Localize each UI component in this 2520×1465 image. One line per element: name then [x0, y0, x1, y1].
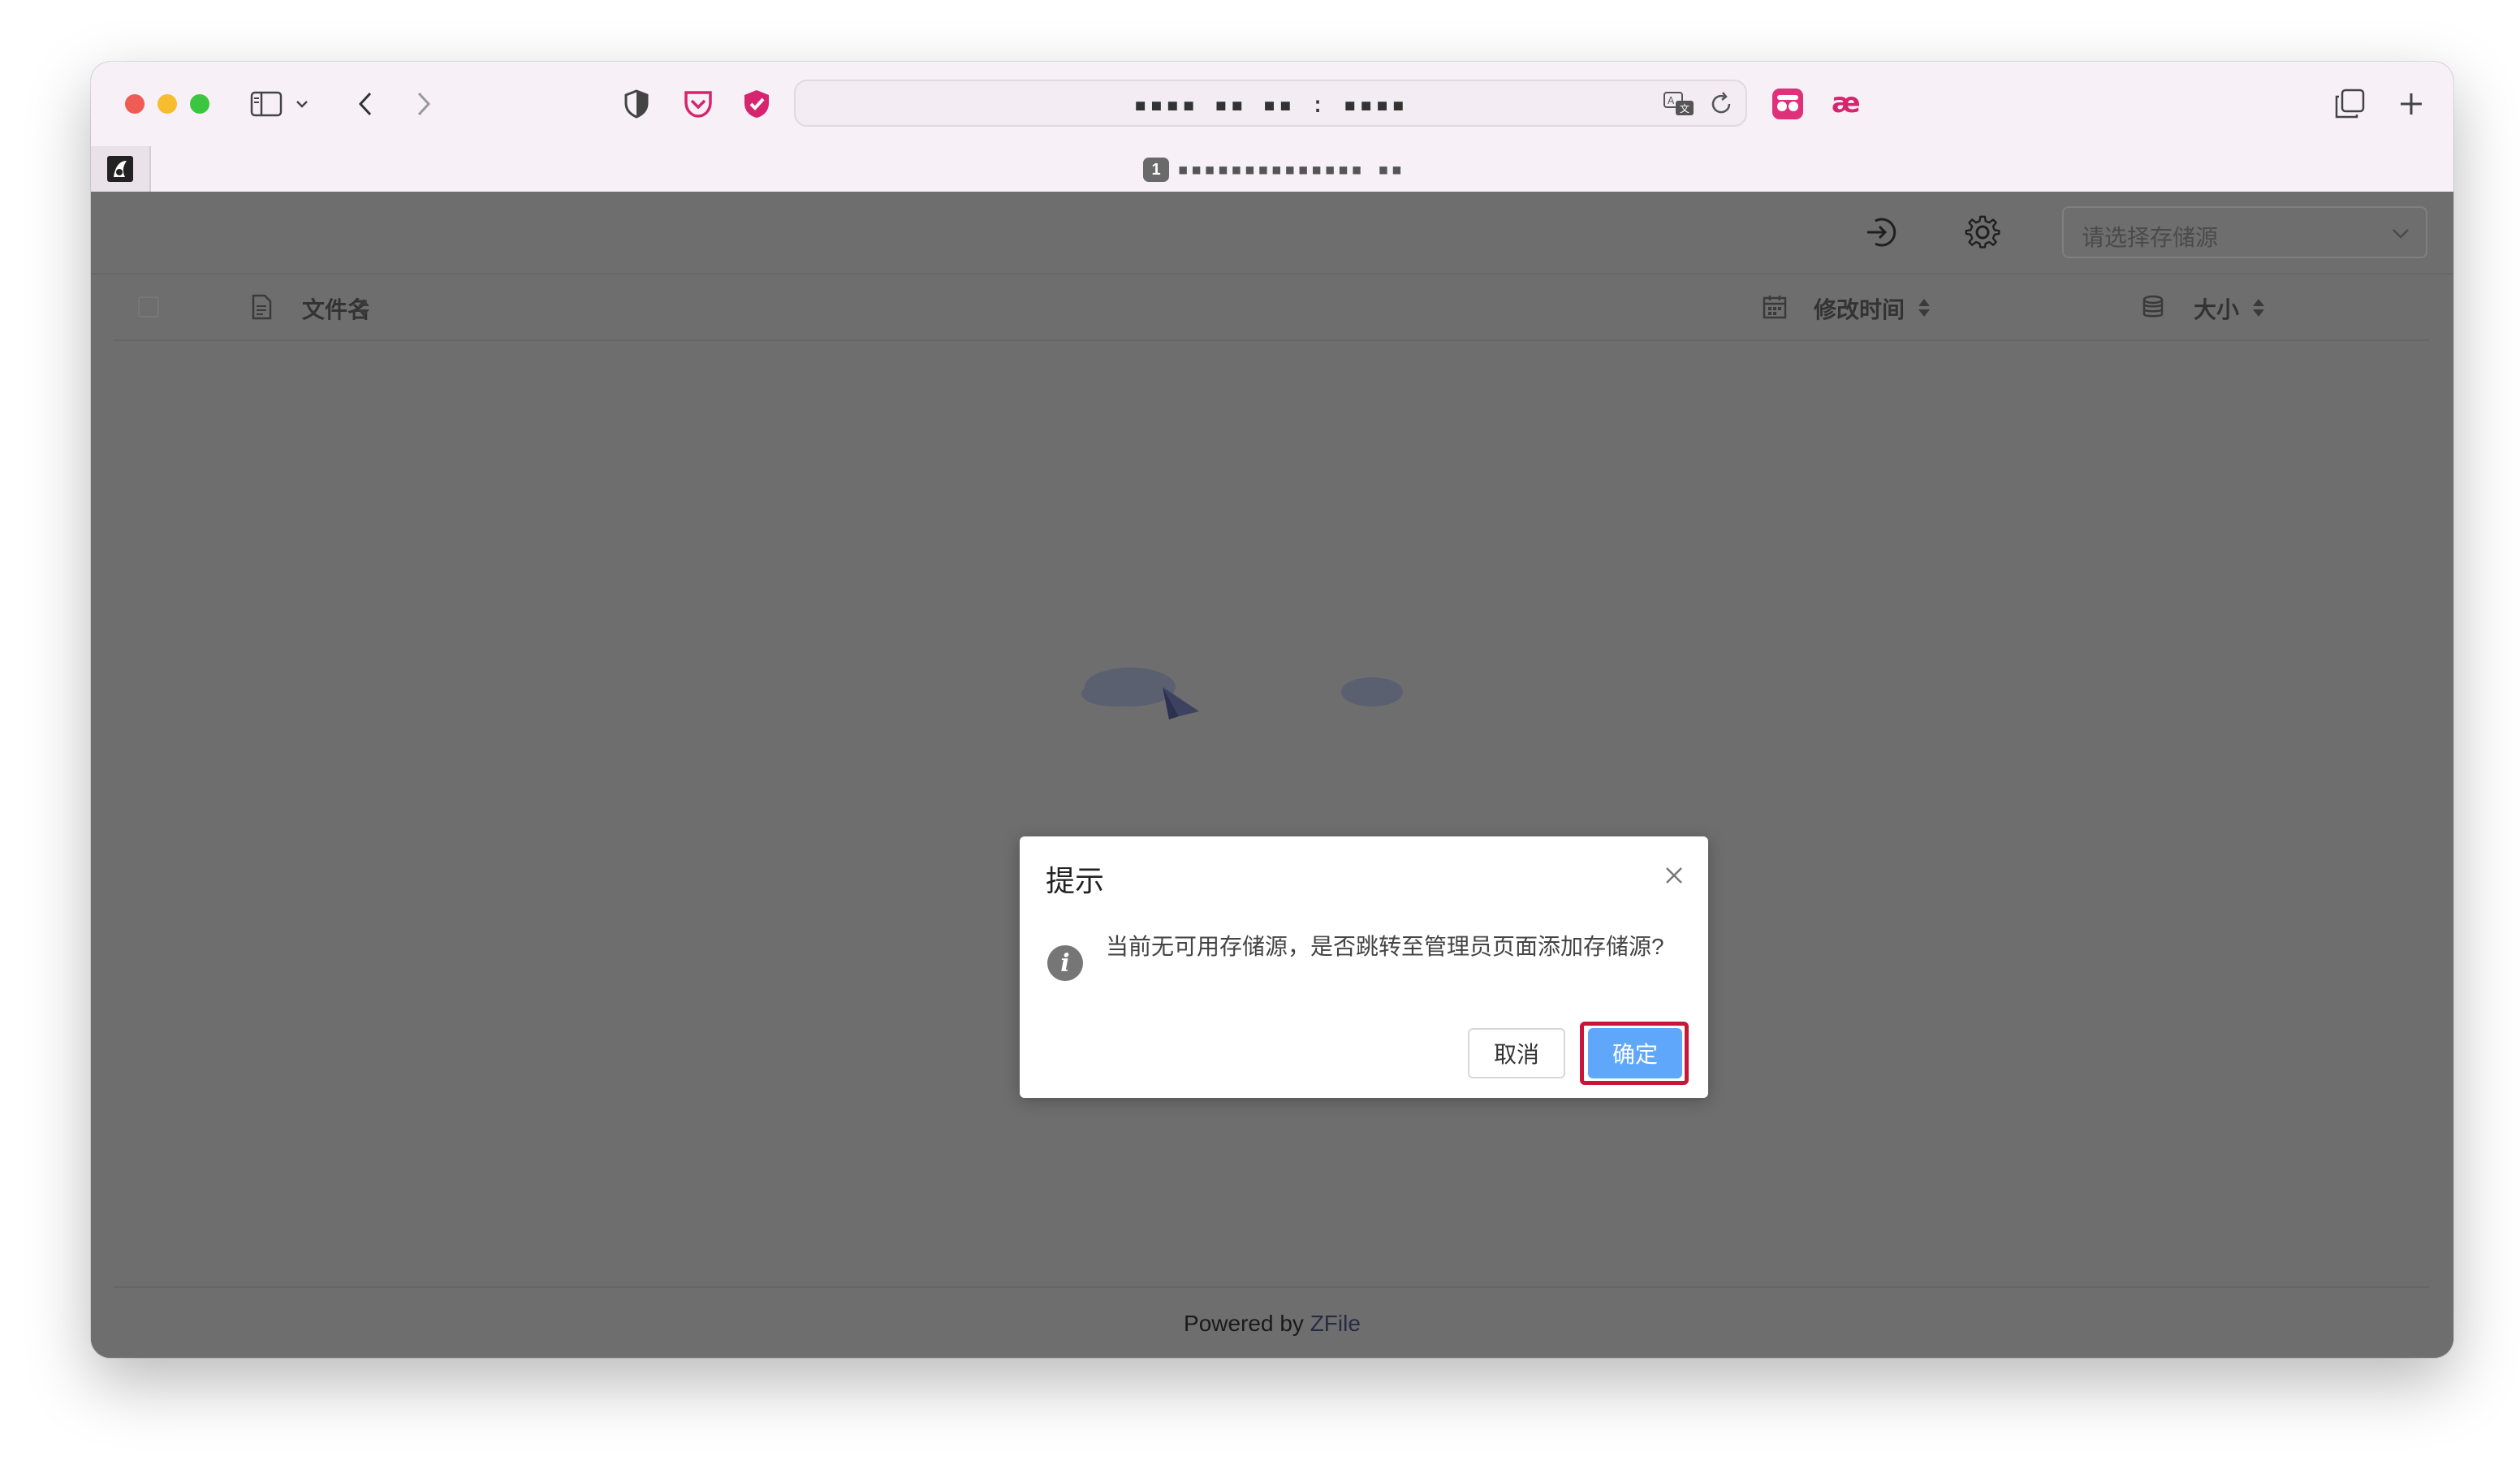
column-header-modified-time[interactable]: 修改时间: [1814, 292, 1905, 325]
chevron-down-icon[interactable]: [286, 80, 318, 128]
dualview-extension-icon[interactable]: [1763, 80, 1812, 128]
page-content: 请选择存储源 文件名 修改时间 大小 数据为空，请先上传或添加文件: [91, 192, 2453, 1358]
sort-icon[interactable]: [1918, 297, 1931, 318]
url-text: ▪▪▪▪ ▪▪ ▪▪ : ▪▪▪▪: [1133, 91, 1408, 118]
zoom-window-button[interactable]: [190, 94, 209, 114]
login-icon[interactable]: [1858, 210, 1903, 255]
new-tab-icon[interactable]: [2387, 80, 2436, 128]
sort-icon[interactable]: [357, 297, 370, 318]
cancel-button[interactable]: 取消: [1468, 1028, 1565, 1078]
gear-icon[interactable]: [1960, 210, 2005, 255]
page-footer: Powered by ZFile: [91, 1311, 2453, 1337]
database-icon: [2142, 295, 2164, 318]
column-header-size[interactable]: 大小: [2194, 292, 2239, 325]
file-table-header: 文件名 修改时间 大小: [114, 276, 2429, 341]
dialog-title: 提示: [1046, 864, 1105, 897]
footer-prefix: Powered by: [1184, 1311, 1304, 1336]
zfile-link[interactable]: ZFile: [1310, 1311, 1361, 1336]
info-icon: i: [1047, 945, 1083, 981]
tab-count-badge: 1: [1143, 158, 1169, 182]
pinned-tab[interactable]: [91, 146, 151, 192]
address-bar[interactable]: ▪▪▪▪ ▪▪ ▪▪ : ▪▪▪▪ A文: [794, 80, 1747, 127]
close-window-button[interactable]: [125, 94, 145, 114]
reload-icon[interactable]: [1708, 91, 1734, 117]
svg-text:æ: æ: [1832, 89, 1861, 119]
footer-divider: [114, 1286, 2429, 1288]
sidebar-toggle-icon[interactable]: [242, 80, 291, 128]
pocket-extension-icon[interactable]: [674, 80, 723, 128]
select-all-checkbox[interactable]: [138, 296, 159, 318]
storage-source-select[interactable]: 请选择存储源: [2062, 206, 2427, 258]
confirm-dialog: 提示 i 当前无可用存储源，是否跳转至管理员页面添加存储源? 取消 确定: [1020, 836, 1708, 1098]
forward-icon[interactable]: [399, 80, 448, 128]
ae-extension-icon[interactable]: æ: [1823, 80, 1872, 128]
tab-title[interactable]: ▪▪▪▪▪▪▪▪▪▪▪▪▪▪ ▪▪: [1177, 158, 1405, 180]
privacy-shield-icon[interactable]: [612, 80, 661, 128]
chevron-down-icon: [2393, 229, 2409, 239]
security-check-icon[interactable]: [732, 80, 781, 128]
svg-text:A: A: [1668, 95, 1675, 106]
storage-select-placeholder: 请选择存储源: [2082, 225, 2219, 250]
page-header: 请选择存储源: [91, 192, 2453, 274]
minimize-window-button[interactable]: [158, 94, 177, 114]
calendar-icon: [1763, 296, 1787, 319]
translate-icon[interactable]: A文: [1663, 89, 1695, 119]
empty-state-illustration: [1081, 668, 1403, 720]
confirm-button[interactable]: 确定: [1588, 1028, 1682, 1078]
browser-window: ▪▪▪▪ ▪▪ ▪▪ : ▪▪▪▪ A文 æ 1 ▪▪▪▪▪▪▪▪▪▪▪▪▪▪ …: [91, 62, 2453, 1358]
close-icon[interactable]: [1663, 864, 1685, 887]
tab-overview-icon[interactable]: [2325, 80, 2374, 128]
file-icon: [252, 294, 272, 320]
pinned-site-icon: [107, 156, 133, 182]
back-icon[interactable]: [341, 80, 390, 128]
svg-text:文: 文: [1680, 102, 1689, 115]
browser-chrome: ▪▪▪▪ ▪▪ ▪▪ : ▪▪▪▪ A文 æ 1 ▪▪▪▪▪▪▪▪▪▪▪▪▪▪ …: [91, 62, 2453, 192]
sort-icon[interactable]: [2252, 297, 2265, 318]
browser-toolbar: ▪▪▪▪ ▪▪ ▪▪ : ▪▪▪▪ A文 æ: [91, 62, 2453, 146]
dialog-message: 当前无可用存储源，是否跳转至管理员页面添加存储源?: [1106, 934, 1664, 959]
